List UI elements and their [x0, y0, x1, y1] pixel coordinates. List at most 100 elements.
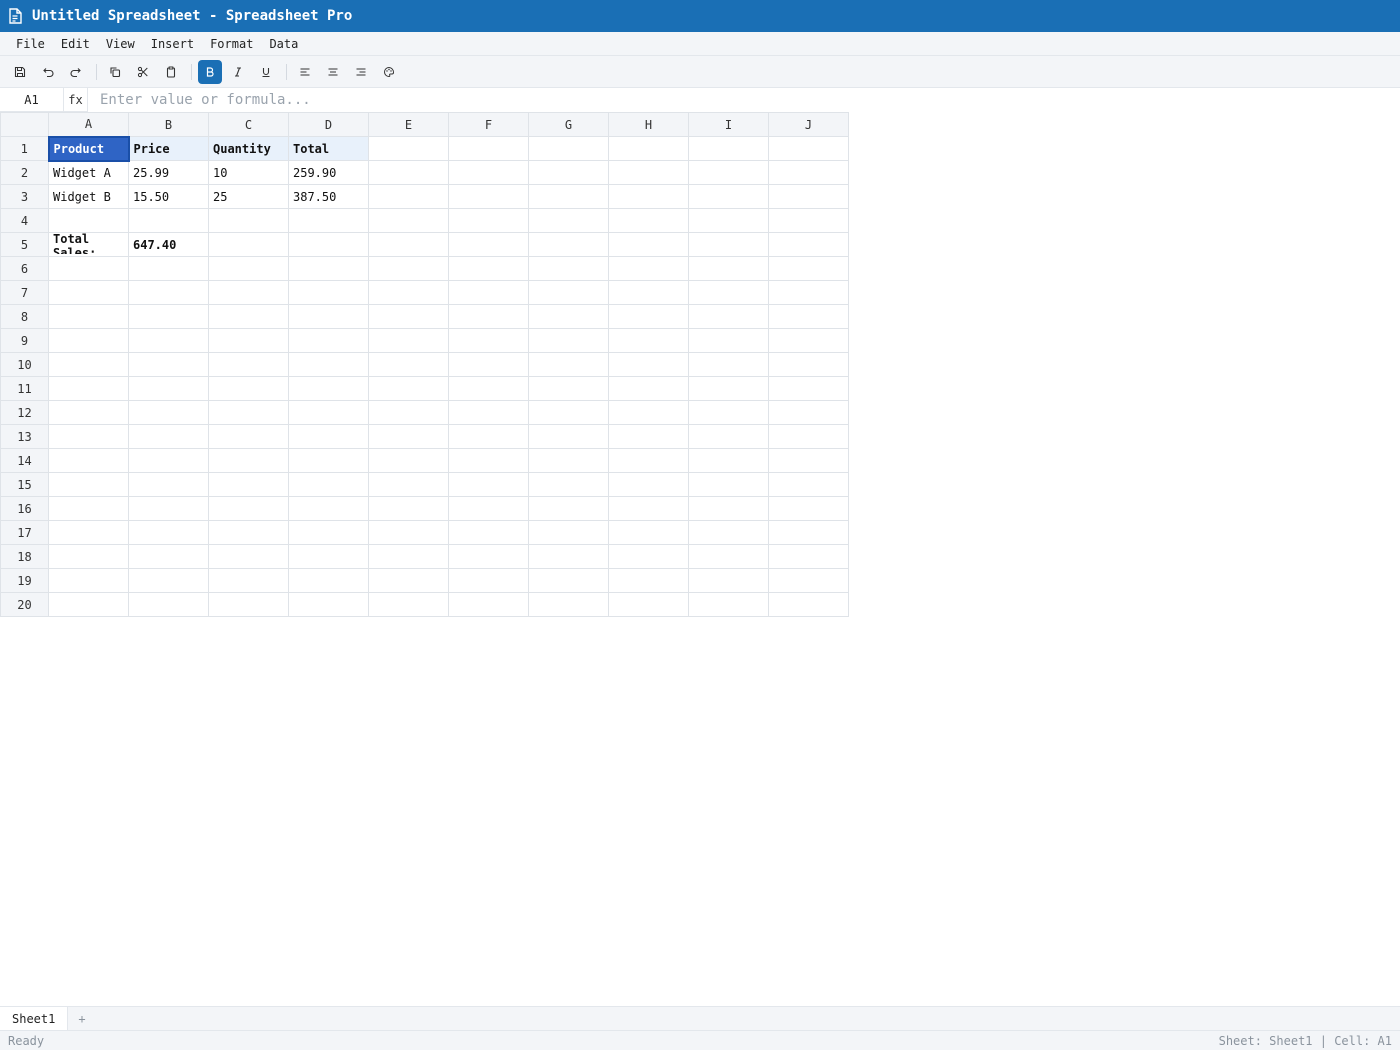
cell-a12[interactable] — [48, 400, 129, 425]
bold-icon[interactable] — [198, 59, 222, 84]
cell-a17[interactable] — [48, 520, 129, 545]
cell-e13[interactable] — [368, 424, 449, 449]
cell-g5[interactable] — [528, 232, 609, 257]
cell-d7[interactable] — [288, 280, 369, 305]
cell-b16[interactable] — [128, 496, 209, 521]
cell-a4[interactable] — [48, 208, 129, 233]
cell-h8[interactable] — [608, 304, 689, 329]
cell-j19[interactable] — [768, 568, 849, 593]
cell-f10[interactable] — [448, 352, 529, 377]
cell-d17[interactable] — [288, 520, 369, 545]
cell-d15[interactable] — [288, 472, 369, 497]
cell-f2[interactable] — [448, 160, 529, 185]
cell-i12[interactable] — [688, 400, 769, 425]
cell-a19[interactable] — [48, 568, 129, 593]
cell-c13[interactable] — [208, 424, 289, 449]
cell-c18[interactable] — [208, 544, 289, 569]
cell-j14[interactable] — [768, 448, 849, 473]
cell-g20[interactable] — [528, 592, 609, 617]
cell-i1[interactable] — [688, 136, 769, 161]
cell-a7[interactable] — [48, 280, 129, 305]
cell-b3[interactable]: 15.50 — [128, 184, 209, 209]
cell-b8[interactable] — [128, 304, 209, 329]
cell-h1[interactable] — [608, 136, 689, 161]
cell-f6[interactable] — [448, 256, 529, 281]
cell-a11[interactable] — [48, 376, 129, 401]
row-header-16[interactable]: 16 — [0, 496, 49, 521]
cell-e9[interactable] — [368, 328, 449, 353]
cell-h9[interactable] — [608, 328, 689, 353]
cell-f17[interactable] — [448, 520, 529, 545]
cell-e10[interactable] — [368, 352, 449, 377]
cell-i2[interactable] — [688, 160, 769, 185]
cell-g4[interactable] — [528, 208, 609, 233]
cell-j7[interactable] — [768, 280, 849, 305]
undo-icon[interactable] — [36, 60, 60, 84]
cell-b6[interactable] — [128, 256, 209, 281]
cell-i11[interactable] — [688, 376, 769, 401]
cell-f11[interactable] — [448, 376, 529, 401]
cell-e18[interactable] — [368, 544, 449, 569]
cell-i16[interactable] — [688, 496, 769, 521]
cell-h13[interactable] — [608, 424, 689, 449]
cut-icon[interactable] — [131, 60, 155, 84]
cell-h7[interactable] — [608, 280, 689, 305]
redo-icon[interactable] — [64, 60, 88, 84]
cell-h4[interactable] — [608, 208, 689, 233]
cell-f14[interactable] — [448, 448, 529, 473]
sheet-tab-sheet1[interactable]: Sheet1 — [0, 1007, 69, 1030]
cell-b7[interactable] — [128, 280, 209, 305]
cell-i18[interactable] — [688, 544, 769, 569]
cell-g7[interactable] — [528, 280, 609, 305]
row-header-19[interactable]: 19 — [0, 568, 49, 593]
column-header-c[interactable]: C — [208, 112, 289, 137]
cell-b20[interactable] — [128, 592, 209, 617]
cell-h16[interactable] — [608, 496, 689, 521]
row-header-17[interactable]: 17 — [0, 520, 49, 545]
cell-a2[interactable]: Widget A — [48, 160, 129, 185]
cell-j13[interactable] — [768, 424, 849, 449]
row-header-4[interactable]: 4 — [0, 208, 49, 233]
cell-j4[interactable] — [768, 208, 849, 233]
cell-g12[interactable] — [528, 400, 609, 425]
cell-h17[interactable] — [608, 520, 689, 545]
cell-d4[interactable] — [288, 208, 369, 233]
cell-j6[interactable] — [768, 256, 849, 281]
cell-b9[interactable] — [128, 328, 209, 353]
cell-f5[interactable] — [448, 232, 529, 257]
cell-f13[interactable] — [448, 424, 529, 449]
column-header-a[interactable]: A — [48, 112, 129, 137]
cell-f1[interactable] — [448, 136, 529, 161]
cell-d8[interactable] — [288, 304, 369, 329]
cell-f19[interactable] — [448, 568, 529, 593]
cell-g8[interactable] — [528, 304, 609, 329]
cell-i3[interactable] — [688, 184, 769, 209]
cell-f7[interactable] — [448, 280, 529, 305]
row-header-7[interactable]: 7 — [0, 280, 49, 305]
cell-h2[interactable] — [608, 160, 689, 185]
row-header-1[interactable]: 1 — [0, 136, 49, 161]
cell-h12[interactable] — [608, 400, 689, 425]
row-header-3[interactable]: 3 — [0, 184, 49, 209]
cell-h15[interactable] — [608, 472, 689, 497]
cell-e17[interactable] — [368, 520, 449, 545]
cell-e11[interactable] — [368, 376, 449, 401]
cell-j5[interactable] — [768, 232, 849, 257]
cell-d11[interactable] — [288, 376, 369, 401]
menu-format[interactable]: Format — [202, 33, 261, 55]
cell-c7[interactable] — [208, 280, 289, 305]
cell-j8[interactable] — [768, 304, 849, 329]
cell-i8[interactable] — [688, 304, 769, 329]
cell-i10[interactable] — [688, 352, 769, 377]
cell-d2[interactable]: 259.90 — [288, 160, 369, 185]
cell-j12[interactable] — [768, 400, 849, 425]
cell-g18[interactable] — [528, 544, 609, 569]
cell-i20[interactable] — [688, 592, 769, 617]
cell-f8[interactable] — [448, 304, 529, 329]
cell-j2[interactable] — [768, 160, 849, 185]
cell-i13[interactable] — [688, 424, 769, 449]
cell-d12[interactable] — [288, 400, 369, 425]
cell-g1[interactable] — [528, 136, 609, 161]
column-header-e[interactable]: E — [368, 112, 449, 137]
column-header-j[interactable]: J — [768, 112, 849, 137]
